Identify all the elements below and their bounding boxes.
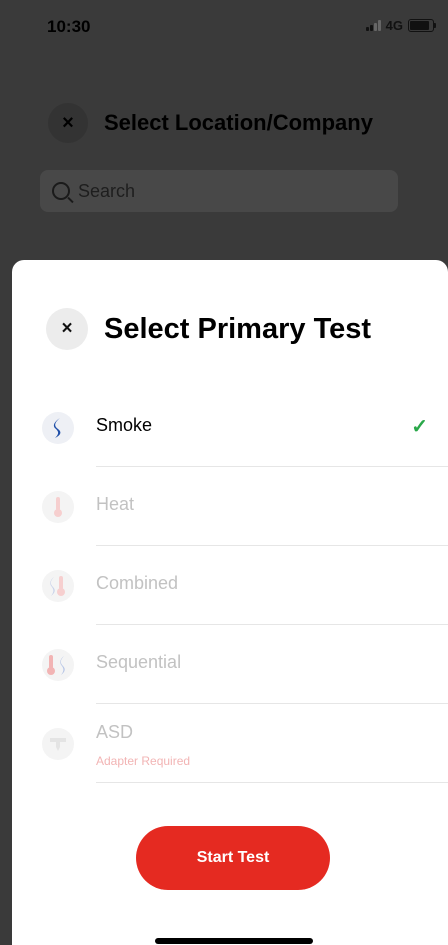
test-label: Combined — [96, 573, 179, 593]
search-icon — [52, 182, 70, 200]
status-time: 10:30 — [47, 17, 91, 36]
sheet-title: Select Primary Test — [104, 312, 372, 345]
test-label: ASD — [96, 722, 134, 742]
start-test-button[interactable]: Start Test — [136, 826, 330, 890]
combined-icon — [42, 570, 74, 602]
test-option-smoke[interactable]: Smoke ✓ — [12, 388, 448, 467]
test-label: Heat — [96, 494, 135, 514]
search-placeholder: Search — [78, 180, 136, 201]
signal-icon — [365, 20, 381, 31]
primary-test-sheet: × Select Primary Test Smoke ✓ Heat Combi… — [12, 260, 448, 945]
smoke-icon — [42, 412, 74, 444]
status-indicators: 4G — [365, 18, 436, 33]
asd-icon — [42, 728, 74, 760]
sequential-icon — [42, 649, 74, 681]
close-button[interactable]: × — [46, 308, 88, 350]
network-type: 4G — [385, 18, 403, 33]
adapter-required-note: Adapter Required — [96, 754, 191, 768]
test-label: Smoke — [96, 415, 153, 435]
divider — [96, 782, 448, 783]
test-list: Smoke ✓ Heat Combined Sequential ASD Ada… — [12, 388, 448, 783]
test-option-asd[interactable]: ASD Adapter Required — [12, 704, 448, 783]
test-option-combined[interactable]: Combined — [12, 546, 448, 625]
background-close-icon: × — [48, 103, 88, 143]
sheet-header: × Select Primary Test — [46, 308, 371, 350]
background-search-input: Search — [40, 170, 398, 212]
checkmark-icon: ✓ — [411, 416, 428, 438]
background-header: × Select Location/Company — [48, 103, 373, 143]
home-indicator[interactable] — [155, 938, 313, 944]
test-option-sequential[interactable]: Sequential — [12, 625, 448, 704]
battery-icon — [408, 19, 436, 32]
test-label: Sequential — [96, 652, 182, 672]
heat-icon — [42, 491, 74, 523]
test-option-heat[interactable]: Heat — [12, 467, 448, 546]
background-title: Select Location/Company — [104, 110, 373, 135]
status-bar: 10:30 4G — [0, 0, 448, 44]
